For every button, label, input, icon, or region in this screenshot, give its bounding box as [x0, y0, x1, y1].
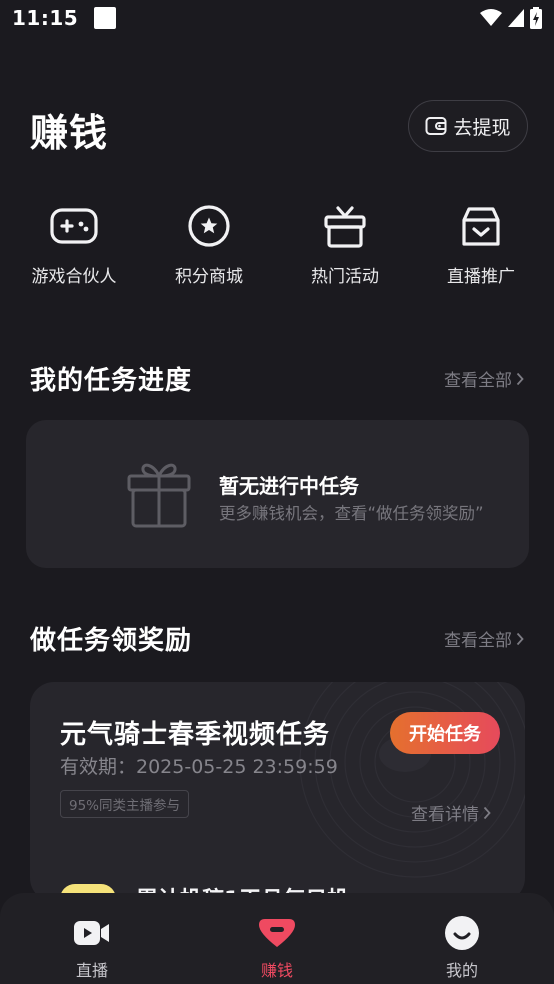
star-circle-icon [188, 205, 230, 247]
chevron-right-icon [483, 806, 491, 819]
page-title: 赚钱 [30, 111, 109, 155]
task-progress-see-all[interactable]: 查看全部 [444, 366, 524, 391]
tab-label: 我的 [445, 961, 478, 980]
see-all-label: 查看全部 [444, 631, 512, 651]
gift-icon [324, 206, 366, 248]
wallet-icon [425, 117, 447, 135]
notification-icon [94, 7, 117, 29]
tab-live[interactable]: 直播 [22, 893, 162, 984]
signal-icon [508, 9, 524, 27]
status-time: 11:15 [12, 6, 79, 30]
tab-earn[interactable]: 赚钱 [207, 893, 347, 984]
tab-label: 赚钱 [260, 961, 293, 980]
shortcut-label: 直播推广 [447, 267, 515, 287]
tab-label: 直播 [75, 961, 108, 980]
task-title: 元气骑士春季视频任务 [60, 720, 331, 750]
shortcut-grid: 游戏合伙人 积分商城 热门活动 直播推广 [0, 200, 554, 300]
battery-icon [530, 7, 542, 29]
status-icons [480, 7, 542, 29]
task-card[interactable]: 元气骑士春季视频任务 有效期：2025-05-25 23:59:59 开始任务 … [30, 682, 525, 902]
participation-badge: 95%同类主播参与 [60, 790, 190, 818]
mail-box-icon [462, 207, 500, 246]
smile-face-icon [445, 916, 479, 950]
chevron-right-icon [516, 632, 524, 645]
tab-me[interactable]: 我的 [392, 893, 532, 984]
start-task-button[interactable]: 开始任务 [390, 712, 500, 754]
empty-subtitle: 更多赚钱机会，查看“做任务领奖励” [219, 504, 484, 523]
status-bar: 11:15 [0, 0, 554, 36]
task-valid-until: 有效期：2025-05-25 23:59:59 [60, 756, 338, 778]
shortcut-points-mall[interactable]: 积分商城 [141, 200, 277, 300]
page-header: 赚钱 去提现 [0, 100, 554, 156]
rewards-see-all[interactable]: 查看全部 [444, 626, 524, 651]
empty-title: 暂无进行中任务 [219, 474, 359, 498]
rewards-header: 做任务领奖励 查看全部 [0, 620, 554, 660]
chevron-right-icon [516, 372, 524, 385]
shortcut-label: 游戏合伙人 [31, 267, 117, 287]
withdraw-button[interactable]: 去提现 [408, 100, 528, 152]
shortcut-label: 积分商城 [175, 267, 243, 287]
section-title: 做任务领奖励 [30, 626, 193, 656]
shortcut-label: 热门活动 [311, 267, 379, 287]
shortcut-hot-events[interactable]: 热门活动 [277, 200, 413, 300]
gamepad-icon [50, 208, 98, 244]
task-detail-link[interactable]: 查看详情 [411, 800, 491, 825]
video-camera-icon [74, 921, 109, 945]
task-progress-header: 我的任务进度 查看全部 [0, 360, 554, 400]
money-heart-icon [259, 919, 295, 947]
shortcut-live-promotion[interactable]: 直播推广 [413, 200, 549, 300]
withdraw-label: 去提现 [453, 116, 511, 139]
empty-task-card: 暂无进行中任务 更多赚钱机会，查看“做任务领奖励” [26, 420, 529, 568]
gift-outline-icon [127, 463, 191, 528]
shortcut-game-partner[interactable]: 游戏合伙人 [6, 200, 142, 300]
bottom-tab-bar: 直播 赚钱 我的 [0, 893, 554, 984]
detail-label: 查看详情 [411, 805, 479, 825]
see-all-label: 查看全部 [444, 371, 512, 391]
section-title: 我的任务进度 [30, 366, 193, 396]
wifi-icon [480, 9, 502, 26]
